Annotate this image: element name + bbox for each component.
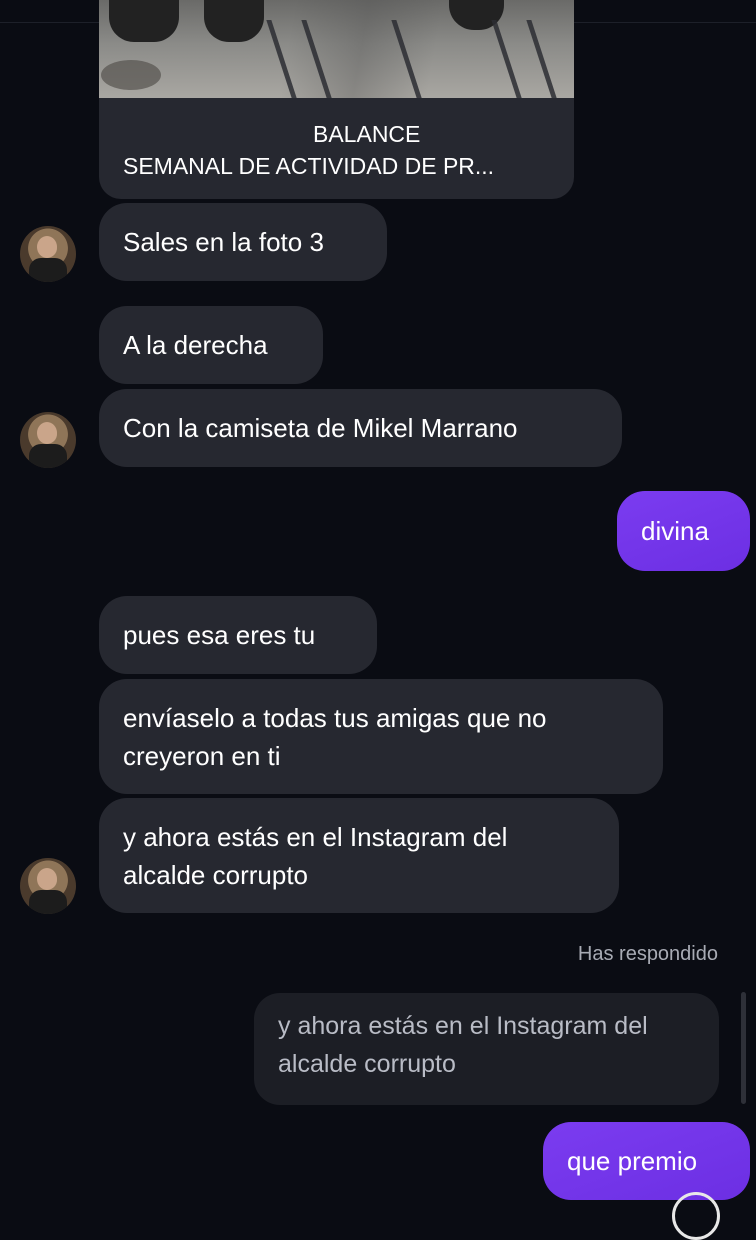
photo-shadow <box>491 20 522 98</box>
message-text: Con la camiseta de Mikel Marrano <box>123 413 518 443</box>
message-text-line1: envíaselo a todas tus amigas que no <box>123 703 547 733</box>
message-bubble-received[interactable]: envíaselo a todas tus amigas que no crey… <box>99 679 663 794</box>
avatar-shirt <box>29 890 67 914</box>
redacted-text <box>123 131 313 141</box>
avatar-face <box>37 868 57 890</box>
message-bubble-received[interactable]: Con la camiseta de Mikel Marrano <box>99 389 622 467</box>
shared-post-caption-line1: BALANCE <box>313 121 421 147</box>
avatar-shirt <box>29 444 67 468</box>
message-text: que premio <box>567 1146 698 1176</box>
shared-post-card[interactable]: BALANCE SEMANAL DE ACTIVIDAD DE PR... <box>99 0 574 199</box>
message-text-line2: alcalde corrupto <box>123 860 308 890</box>
message-text: pues esa eres tu <box>123 620 316 650</box>
replied-quote-line2: alcalde corrupto <box>278 1050 456 1078</box>
message-text: A la derecha <box>123 330 268 360</box>
message-text-line2: creyeron en ti <box>123 741 281 771</box>
avatar[interactable] <box>20 858 76 914</box>
photo-shadow <box>266 20 297 98</box>
photo-person <box>204 0 264 42</box>
message-text-line1: y ahora estás en el Instagram del <box>123 822 508 852</box>
message-bubble-received[interactable]: Sales en la foto 3 <box>99 203 387 281</box>
replied-label: Has respondido <box>577 943 718 965</box>
replied-quote-line1: y ahora estás en el Instagram del <box>278 1012 648 1040</box>
replied-quote[interactable]: y ahora estás en el Instagram del alcald… <box>254 993 719 1105</box>
avatar[interactable] <box>20 226 76 282</box>
scrollbar[interactable] <box>741 992 746 1104</box>
message-bubble-received[interactable]: A la derecha <box>99 306 323 384</box>
avatar-face <box>37 236 57 258</box>
photo-puddle <box>101 60 161 90</box>
seen-avatar <box>672 1192 720 1240</box>
message-bubble-received[interactable]: y ahora estás en el Instagram del alcald… <box>99 798 619 913</box>
shared-post-caption: BALANCE SEMANAL DE ACTIVIDAD DE PR... <box>123 118 553 182</box>
shared-post-image <box>99 0 574 98</box>
avatar-face <box>37 422 57 444</box>
message-text: divina <box>641 516 709 546</box>
message-bubble-sent[interactable]: que premio <box>543 1122 750 1200</box>
photo-person <box>109 0 179 42</box>
avatar-shirt <box>29 258 67 282</box>
message-bubble-sent[interactable]: divina <box>617 491 750 571</box>
message-bubble-received[interactable]: pues esa eres tu <box>99 596 377 674</box>
message-text: Sales en la foto 3 <box>123 227 324 257</box>
photo-shadow <box>391 20 422 98</box>
photo-shadow <box>526 20 557 98</box>
avatar[interactable] <box>20 412 76 468</box>
shared-post-caption-line2: SEMANAL DE ACTIVIDAD DE PR... <box>123 153 495 179</box>
photo-shadow <box>301 20 332 98</box>
